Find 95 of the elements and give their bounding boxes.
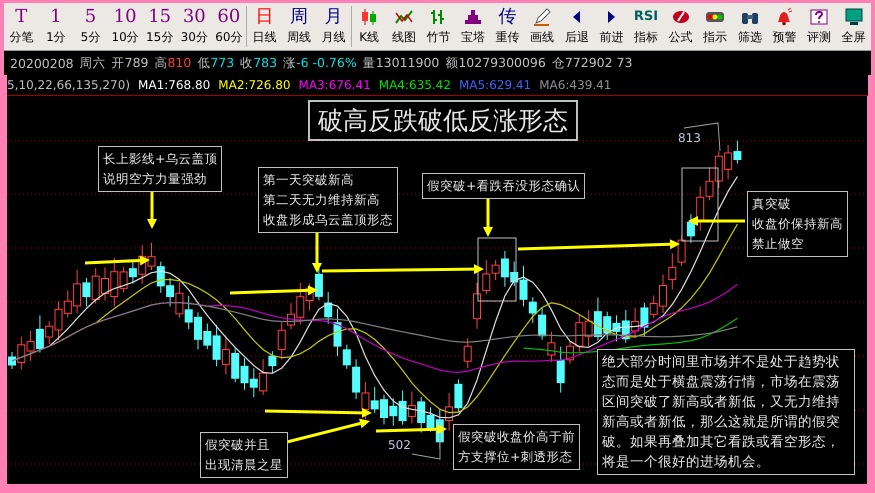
annotation-text: 说明空方力量强劲 <box>103 170 208 188</box>
annotation-text: 方支撑位+刺透形态 <box>458 448 574 466</box>
toolbar-button[interactable]: 30 30分 <box>176 3 212 50</box>
annotation-text: 出现清晨之星 <box>205 456 283 474</box>
arrow <box>84 255 150 266</box>
candlestick <box>184 295 193 330</box>
candlestick <box>175 282 184 318</box>
toolbar-button[interactable]: 线图 <box>386 3 422 50</box>
price-label: 813 <box>678 131 701 145</box>
quote-field: 额10279300096 <box>445 54 546 72</box>
candlestick <box>678 234 686 267</box>
toolbar-button[interactable]: 60 60分 <box>212 3 246 50</box>
candlestick <box>631 307 640 338</box>
candlestick <box>370 386 379 414</box>
candlestick <box>222 334 230 375</box>
toolbar-button[interactable]: 筛选 <box>732 3 768 50</box>
arrow <box>688 216 745 226</box>
quote-field: 高810 <box>154 54 192 72</box>
candlestick <box>538 306 546 340</box>
quote-field: 收783 <box>240 54 278 72</box>
annotation-text: 真突破 <box>752 195 792 213</box>
pyramid-icon <box>463 7 484 27</box>
candlestick <box>314 266 323 301</box>
annotation-text: 收盘价保持新高 <box>752 215 843 233</box>
toolbar-button[interactable]: 日 日线 <box>247 3 282 50</box>
quote-field: 开789 <box>112 54 148 72</box>
arrow <box>147 191 157 229</box>
toolbar-button[interactable]: 后退 <box>560 3 594 50</box>
annotation-text: 第二天无力维持新高 <box>263 191 381 209</box>
toolbar-button[interactable]: T 分笔 <box>4 3 39 50</box>
candlestick <box>156 261 165 294</box>
annotation-text: 第一天突破新高 <box>263 171 355 189</box>
moving-average-value: MA6:439.41 <box>539 78 612 92</box>
candlestick <box>668 252 676 290</box>
toolbar-button[interactable]: RSI 指标 <box>628 3 664 50</box>
ma-parameters: 5,10,22,66,135,270) <box>7 78 130 92</box>
toolbar-button[interactable]: 预警 <box>767 3 802 50</box>
toolbar-button[interactable]: 5 5分 <box>73 3 108 50</box>
quote-field: 20200208 <box>10 56 74 70</box>
candlestick <box>714 150 723 188</box>
quote-field: 涨-6 -0.76% <box>283 54 357 72</box>
moving-average-value: MA1:768.80 <box>138 78 210 92</box>
candlestick <box>166 277 174 308</box>
candlestick <box>231 348 240 383</box>
candlestick <box>417 396 426 433</box>
moving-average-value: MA5:629.41 <box>458 78 532 92</box>
toolbar-button[interactable]: K线 <box>352 3 387 50</box>
toolbar-button[interactable]: 10 10分 <box>108 3 142 50</box>
toolbar-button[interactable]: 前进 <box>594 3 629 50</box>
candlestick <box>398 390 407 426</box>
toolbar-button[interactable]: 公式 <box>663 3 698 50</box>
annotation-text: 假突破收盘价高于前 <box>458 428 575 446</box>
toolbar-button[interactable]: 指示 <box>698 3 732 50</box>
candlestick <box>464 338 472 369</box>
toolbar-button[interactable]: 月 月线 <box>316 3 351 50</box>
pencil-icon <box>532 7 552 27</box>
toolbar-button[interactable]: 全屏 <box>836 3 871 50</box>
annotation-text: 假突破并且 <box>205 436 271 454</box>
candlestick <box>389 398 398 426</box>
toolbar-button[interactable]: 周 周线 <box>282 3 316 50</box>
candlestick <box>92 268 100 304</box>
moving-average-value: MA2:726.80 <box>218 78 290 92</box>
candlestick <box>250 368 258 398</box>
leader-line <box>412 432 440 460</box>
toolbar-button[interactable]: 画线 <box>524 3 560 50</box>
annotation-text: 收盘形成乌云盖顶形态 <box>263 211 393 229</box>
toolbar-button[interactable]: 宝塔 <box>456 3 490 50</box>
toolbar-button[interactable]: 15 15分 <box>142 3 177 50</box>
quote-field: 量13011900 <box>362 54 440 72</box>
candlestick <box>361 381 370 420</box>
candlestick <box>622 309 630 344</box>
toolbar-button[interactable]: 1 1分 <box>38 3 74 50</box>
annotation-text: 假突破+看跌吞没形态确认 <box>427 177 580 195</box>
quote-field: 周六 <box>80 54 106 72</box>
candlestick <box>454 378 462 412</box>
price-label: 502 <box>388 438 411 452</box>
annotation-text: 禁止做空 <box>752 235 805 253</box>
quote-field: 低773 <box>197 54 234 72</box>
moving-average-value: MA4:635.42 <box>378 78 451 92</box>
candlestick <box>584 310 593 347</box>
candlestick <box>408 391 416 424</box>
annotation-text: 绝大部分时间里市场并不是处于趋势状态而是处于横盘震荡行情，市场在震荡区间突破了新高或者新低，又无力维持新高或者新低，那么这就是所谓的假突破。如果再叠加其它看跌或看空形态，将是一个很好的进场机会。 <box>602 353 841 472</box>
moving-average-value: MA3:676.41 <box>298 78 371 92</box>
annotation-text: 长上影线+乌云盖顶 <box>103 150 218 168</box>
toolbar-button[interactable]: 传 重传 <box>490 3 525 50</box>
candlestick <box>26 330 35 362</box>
monitor-icon <box>844 7 864 27</box>
highlight-frame <box>478 238 516 302</box>
toolbar-button[interactable]: 评测 <box>802 3 836 50</box>
question-icon <box>808 7 829 27</box>
candlestick <box>445 392 454 431</box>
quote-field: 仓772902 73 <box>552 54 632 72</box>
toolbar-button[interactable]: 竹节 <box>421 3 456 50</box>
arrow <box>376 424 447 434</box>
chart-title: 破高反跌破低反涨形态 <box>308 100 578 141</box>
